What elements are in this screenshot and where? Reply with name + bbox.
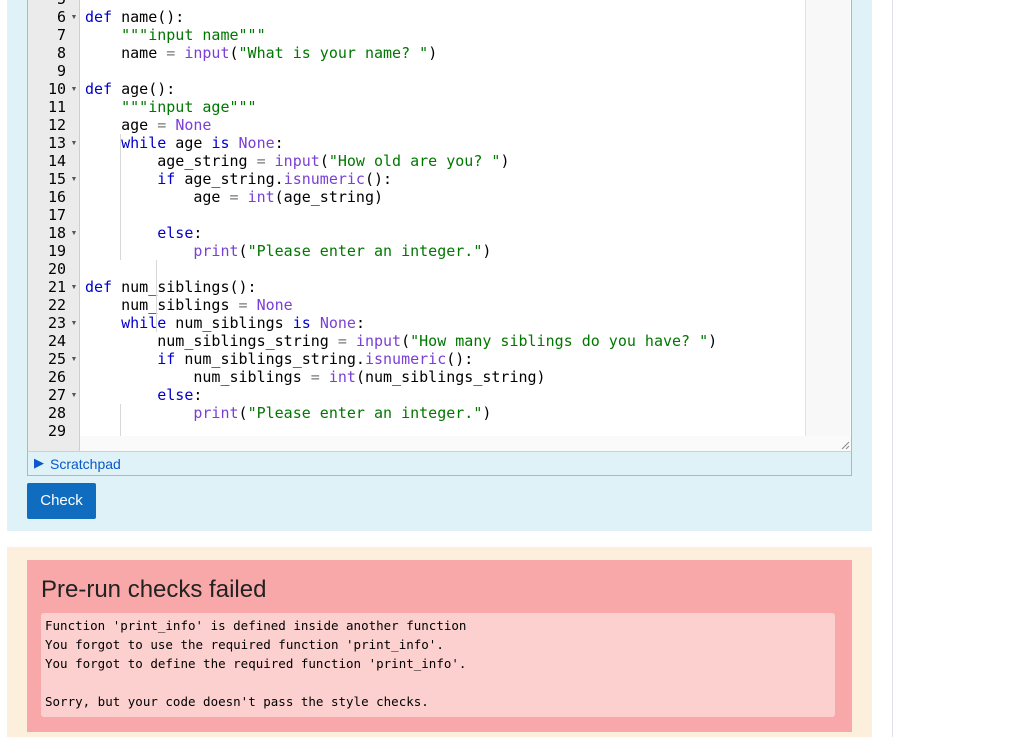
code-editor[interactable]: 56▼def name():7 """input name"""8 name =… [27, 0, 852, 452]
error-line: Function 'print_info' is defined inside … [45, 618, 467, 633]
precheck-error-box: Pre-run checks failed Function 'print_in… [27, 560, 852, 732]
line-number: 18 [47, 224, 66, 242]
code-line[interactable]: name = input("What is your name? ") [85, 44, 437, 62]
code-line[interactable]: def name(): [85, 8, 184, 26]
line-number: 26 [47, 368, 66, 386]
line-number: 15 [47, 170, 66, 188]
line-number: 19 [47, 242, 66, 260]
check-button[interactable]: Check [27, 483, 96, 519]
fold-arrow-icon[interactable]: ▼ [70, 314, 78, 332]
line-number: 13 [47, 134, 66, 152]
code-line[interactable]: if age_string.isnumeric(): [85, 170, 392, 188]
line-number: 12 [47, 116, 66, 134]
fold-arrow-icon[interactable]: ▼ [70, 170, 78, 188]
fold-arrow-icon[interactable]: ▼ [70, 224, 78, 242]
line-number: 5 [28, 0, 66, 8]
error-line: You forgot to define the required functi… [45, 656, 467, 671]
expand-arrow-icon: ▶ [34, 455, 44, 470]
code-line[interactable]: if num_siblings_string.isnumeric(): [85, 350, 473, 368]
indent-guide [120, 134, 122, 260]
line-number: 24 [47, 332, 66, 350]
line-number: 6 [56, 8, 66, 26]
line-number: 16 [47, 188, 66, 206]
line-number: 25 [47, 350, 66, 368]
scratchpad-label: Scratchpad [50, 456, 121, 472]
code-line[interactable]: print("Please enter an integer.") [85, 242, 491, 260]
fold-arrow-icon[interactable]: ▼ [70, 278, 78, 296]
right-column-divider [892, 0, 893, 737]
line-number: 27 [47, 386, 66, 404]
question-panel: 56▼def name():7 """input name"""8 name =… [7, 0, 872, 531]
line-number: 21 [47, 278, 66, 296]
line-number: 20 [47, 260, 66, 278]
code-line[interactable]: """input age""" [85, 98, 256, 116]
error-title: Pre-run checks failed [41, 576, 267, 603]
editor-scrollbar[interactable] [805, 0, 850, 436]
scratchpad-toggle[interactable]: ▶ Scratchpad [27, 451, 852, 476]
code-line[interactable]: while num_siblings is None: [85, 314, 365, 332]
fold-arrow-icon[interactable]: ▼ [70, 134, 78, 152]
indent-guide [156, 260, 158, 332]
line-number: 10 [47, 80, 66, 98]
code-line[interactable]: num_siblings = int(num_siblings_string) [85, 368, 545, 386]
code-line[interactable]: while age is None: [85, 134, 284, 152]
line-number: 11 [47, 98, 66, 116]
line-number: 7 [56, 26, 66, 44]
editor-bottom-strip [80, 436, 851, 451]
line-number: 28 [47, 404, 66, 422]
line-number: 23 [47, 314, 66, 332]
code-line[interactable]: def num_siblings(): [85, 278, 257, 296]
code-line[interactable]: age_string = input("How old are you? ") [85, 152, 509, 170]
code-line[interactable]: else: [85, 386, 202, 404]
error-line: You forgot to use the required function … [45, 637, 444, 652]
resize-handle-icon[interactable] [840, 440, 850, 450]
code-line[interactable]: age = int(age_string) [85, 188, 383, 206]
fold-arrow-icon[interactable]: ▼ [70, 80, 78, 98]
line-number: 9 [56, 62, 66, 80]
code-line[interactable]: age = None [85, 116, 211, 134]
error-line: Sorry, but your code doesn't pass the st… [45, 694, 429, 709]
code-line[interactable]: else: [85, 224, 202, 242]
line-number: 17 [47, 206, 66, 224]
fold-arrow-icon[interactable]: ▼ [70, 386, 78, 404]
line-number: 8 [56, 44, 66, 62]
code-line[interactable]: """input name""" [85, 26, 266, 44]
code-line[interactable]: num_siblings_string = input("How many si… [85, 332, 717, 350]
line-number: 29 [47, 422, 66, 440]
fold-arrow-icon[interactable]: ▼ [70, 350, 78, 368]
line-number: 14 [47, 152, 66, 170]
fold-arrow-icon[interactable]: ▼ [70, 8, 78, 26]
code-line[interactable]: print("Please enter an integer.") [85, 404, 491, 422]
code-line[interactable]: num_siblings = None [85, 296, 293, 314]
line-number: 22 [47, 296, 66, 314]
feedback-panel: Pre-run checks failed Function 'print_in… [7, 547, 872, 737]
code-line[interactable]: def age(): [85, 80, 175, 98]
error-messages: Function 'print_info' is defined inside … [41, 613, 835, 717]
